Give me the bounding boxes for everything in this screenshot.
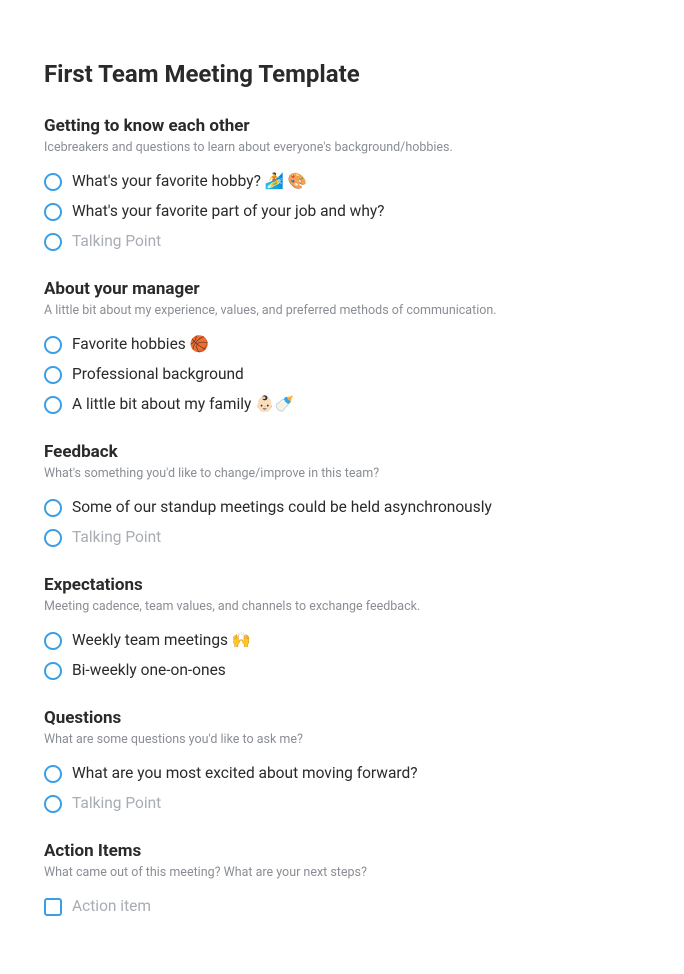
- circle-icon[interactable]: [44, 233, 62, 251]
- section: Action Items What came out of this meetin…: [44, 841, 640, 922]
- section-heading: Feedback: [44, 442, 640, 462]
- list-item[interactable]: What's your favorite part of your job an…: [44, 197, 640, 227]
- list-item[interactable]: A little bit about my family 👶🏻🍼: [44, 390, 640, 420]
- section-description: A little bit about my experience, values…: [44, 303, 640, 318]
- list-item[interactable]: Talking Point: [44, 227, 640, 257]
- circle-icon[interactable]: [44, 795, 62, 813]
- list-item[interactable]: Action item: [44, 892, 640, 922]
- item-text[interactable]: Bi-weekly one-on-ones: [72, 660, 226, 682]
- section-description: What are some questions you'd like to as…: [44, 732, 640, 747]
- item-text[interactable]: Some of our standup meetings could be he…: [72, 497, 492, 519]
- circle-icon[interactable]: [44, 173, 62, 191]
- item-text[interactable]: Talking Point: [72, 793, 161, 815]
- section: About your manager A little bit about my …: [44, 279, 640, 420]
- list-item[interactable]: What's your favorite hobby? 🏄 🎨: [44, 167, 640, 197]
- circle-icon[interactable]: [44, 336, 62, 354]
- circle-icon[interactable]: [44, 529, 62, 547]
- item-text[interactable]: Favorite hobbies 🏀: [72, 334, 209, 356]
- circle-icon[interactable]: [44, 765, 62, 783]
- section-description: Meeting cadence, team values, and channe…: [44, 599, 640, 614]
- section-heading: Getting to know each other: [44, 116, 640, 136]
- item-text[interactable]: Professional background: [72, 364, 244, 386]
- section: Feedback What's something you'd like to c…: [44, 442, 640, 553]
- circle-icon[interactable]: [44, 366, 62, 384]
- section-description: What came out of this meeting? What are …: [44, 865, 640, 880]
- checkbox-icon[interactable]: [44, 898, 62, 916]
- list-item[interactable]: Some of our standup meetings could be he…: [44, 493, 640, 523]
- item-text[interactable]: A little bit about my family 👶🏻🍼: [72, 394, 294, 416]
- circle-icon[interactable]: [44, 632, 62, 650]
- circle-icon[interactable]: [44, 662, 62, 680]
- item-text[interactable]: Action item: [72, 896, 151, 918]
- circle-icon[interactable]: [44, 499, 62, 517]
- item-text[interactable]: What's your favorite hobby? 🏄 🎨: [72, 171, 307, 193]
- item-text[interactable]: Talking Point: [72, 231, 161, 253]
- section: Questions What are some questions you'd l…: [44, 708, 640, 819]
- item-text[interactable]: Talking Point: [72, 527, 161, 549]
- circle-icon[interactable]: [44, 203, 62, 221]
- section-heading: Expectations: [44, 575, 640, 595]
- section: Getting to know each other Icebreakers an…: [44, 116, 640, 257]
- list-item[interactable]: Talking Point: [44, 789, 640, 819]
- item-text[interactable]: What's your favorite part of your job an…: [72, 201, 385, 223]
- section-description: Icebreakers and questions to learn about…: [44, 140, 640, 155]
- list-item[interactable]: Bi-weekly one-on-ones: [44, 656, 640, 686]
- section: Expectations Meeting cadence, team values…: [44, 575, 640, 686]
- list-item[interactable]: What are you most excited about moving f…: [44, 759, 640, 789]
- list-item[interactable]: Talking Point: [44, 523, 640, 553]
- sections-container: Getting to know each other Icebreakers an…: [44, 116, 640, 922]
- list-item[interactable]: Favorite hobbies 🏀: [44, 330, 640, 360]
- section-heading: About your manager: [44, 279, 640, 299]
- circle-icon[interactable]: [44, 396, 62, 414]
- item-text[interactable]: What are you most excited about moving f…: [72, 763, 418, 785]
- list-item[interactable]: Weekly team meetings 🙌: [44, 626, 640, 656]
- item-text[interactable]: Weekly team meetings 🙌: [72, 630, 251, 652]
- list-item[interactable]: Professional background: [44, 360, 640, 390]
- section-description: What's something you'd like to change/im…: [44, 466, 640, 481]
- section-heading: Action Items: [44, 841, 640, 861]
- section-heading: Questions: [44, 708, 640, 728]
- page-title: First Team Meeting Template: [44, 60, 640, 88]
